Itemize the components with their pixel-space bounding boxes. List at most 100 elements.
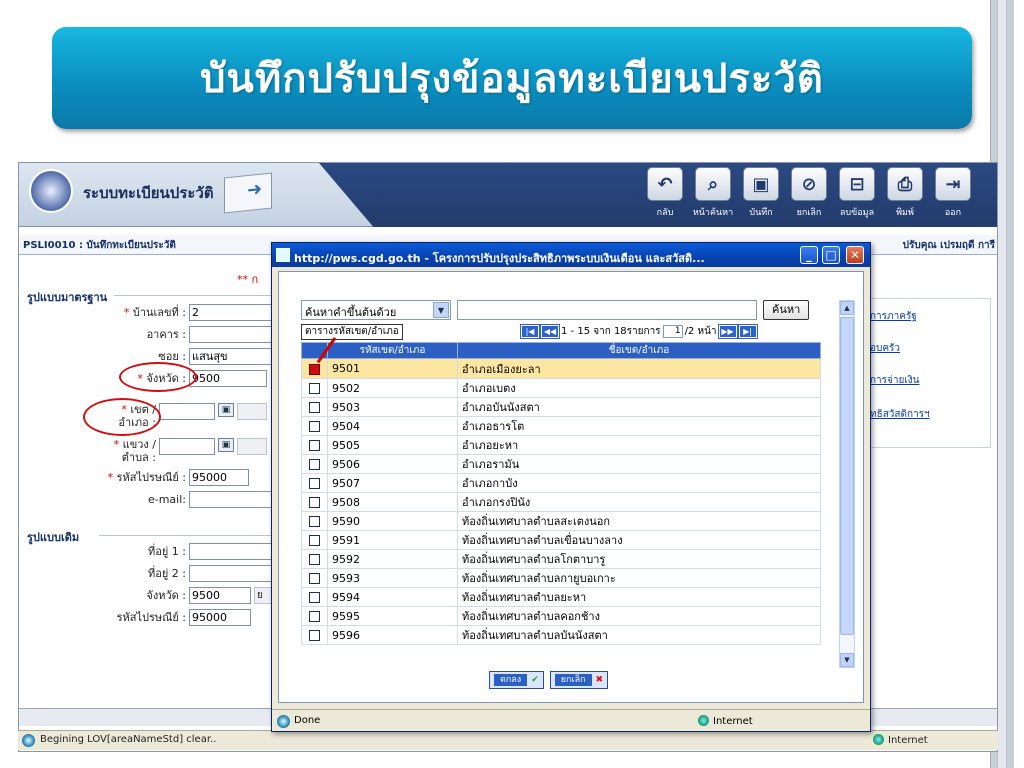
check-icon: ✔	[531, 675, 539, 685]
row-checkbox[interactable]	[309, 516, 320, 527]
row-code: 9596	[327, 625, 458, 645]
subdistrict-input[interactable]	[159, 438, 215, 455]
row-name: อำเภอยะหา	[457, 435, 821, 455]
row-checkbox[interactable]	[309, 497, 320, 508]
table-row[interactable]: 9505 อำเภอยะหา	[301, 435, 821, 455]
old-postal-input[interactable]	[189, 608, 251, 626]
table-row[interactable]: 9502 อำเภอเบตง	[301, 378, 821, 398]
col-code-header: รหัสเขต/อำเภอ	[327, 342, 458, 359]
save-label: บันทึก	[749, 208, 773, 218]
addr1-input[interactable]	[189, 542, 279, 560]
soi-input[interactable]	[189, 347, 279, 365]
prev-page-icon[interactable]: ◀◀	[540, 324, 560, 339]
search-page-button[interactable]: ⌕ หน้าค้นหา	[692, 167, 734, 219]
search-mode-select[interactable]: ค้นหาคำขึ้นต้นด้วย ▼	[301, 300, 451, 320]
ie-window-icon	[276, 248, 290, 262]
table-row[interactable]: 9507 อำเภอกาบัง	[301, 473, 821, 493]
row-checkbox[interactable]	[309, 611, 320, 622]
table-row[interactable]: 9508 อำเภอกรงปินัง	[301, 492, 821, 512]
table-row[interactable]: 9590 ท้องถิ่นเทศบาลตำบลสะเตงนอก	[301, 511, 821, 531]
last-page-icon[interactable]: ▶|	[737, 324, 758, 339]
district-input[interactable]	[159, 403, 215, 420]
addr2-input[interactable]	[189, 564, 279, 582]
table-row[interactable]: 9504 อำเภอธารโต	[301, 416, 821, 436]
side-link-gov[interactable]: การภาครัฐ	[870, 309, 917, 324]
page-number-input[interactable]: 1	[662, 325, 683, 338]
search-input[interactable]	[457, 300, 757, 320]
row-checkbox[interactable]	[309, 459, 320, 470]
ok-button[interactable]: ตกลง ✔	[489, 671, 544, 689]
row-checkbox[interactable]	[309, 592, 320, 603]
row-checkbox[interactable]	[309, 478, 320, 489]
user-name: ปรับคุณ เปรมฤดี การี	[902, 240, 995, 251]
app-name: ระบบทะเบียนประวัติ	[83, 184, 214, 202]
subdistrict-lookup-button[interactable]: ▣	[218, 438, 234, 452]
delete-icon: ⊟	[839, 167, 875, 201]
province-input[interactable]	[189, 369, 267, 387]
print-icon: ⎙	[887, 167, 923, 201]
vertical-scrollbar[interactable]: ▲ ▼	[839, 300, 855, 668]
district-table: รหัสเขต/อำเภอ ชื่อเขต/อำเภอ 9501 อำเภอเมื…	[301, 342, 821, 645]
table-row[interactable]: 9591 ท้องถิ่นเทศบาลตำบลเขื่อนบางลาง	[301, 530, 821, 550]
cancel-button[interactable]: ยกเลิก ✖	[549, 671, 609, 689]
row-code: 9592	[327, 549, 458, 569]
internet-zone-icon	[873, 734, 884, 745]
popup-status-bar: Done Internet	[272, 709, 870, 731]
next-page-icon[interactable]: ▶▶	[717, 324, 738, 339]
side-link-payment[interactable]: การจ่ายเงิน	[870, 373, 920, 388]
save-button[interactable]: ▣ บันทึก	[740, 167, 782, 219]
table-row[interactable]: 9596 ท้องถิ่นเทศบาลตำบลบันนังสตา	[301, 625, 821, 645]
table-row[interactable]: 9594 ท้องถิ่นเทศบาลตำบลยะหา	[301, 587, 821, 607]
row-checkbox[interactable]	[309, 402, 320, 413]
cancel-button[interactable]: ⊘ ยกเลิก	[788, 167, 830, 219]
print-button[interactable]: ⎙ พิมพ์	[884, 167, 926, 219]
row-code: 9501	[327, 358, 458, 379]
search-button[interactable]: ค้นหา	[763, 300, 810, 320]
row-code: 9504	[327, 416, 458, 436]
row-checkbox[interactable]	[309, 554, 320, 565]
table-row[interactable]: 9501 อำเภอเมืองยะลา	[301, 358, 821, 379]
cancel-icon: ⊘	[791, 167, 827, 201]
side-link-welfare[interactable]: ทธิสวัสดิการฯ	[870, 407, 930, 422]
close-button[interactable]: ✕	[846, 246, 864, 264]
row-checkbox[interactable]	[309, 440, 320, 451]
side-links-panel: การภาครัฐ อบครัว การจ่ายเงิน ทธิสวัสดิกา…	[859, 298, 991, 448]
house-no-input[interactable]	[189, 303, 279, 321]
district-lookup-button[interactable]: ▣	[218, 403, 234, 417]
row-code: 9590	[327, 511, 458, 531]
row-checkbox[interactable]	[309, 630, 320, 641]
row-name: ท้องถิ่นเทศบาลตำบลยะหา	[457, 587, 821, 607]
row-checkbox[interactable]	[309, 573, 320, 584]
back-button[interactable]: ↶ กลับ	[644, 167, 686, 219]
email-input[interactable]	[189, 490, 279, 508]
old-province-input[interactable]	[189, 586, 251, 604]
table-row[interactable]: 9593 ท้องถิ่นเทศบาลตำบลกายูบอเกาะ	[301, 568, 821, 588]
first-page-icon[interactable]: |◀	[520, 324, 540, 339]
internet-zone-icon	[698, 715, 709, 726]
back-label: กลับ	[656, 208, 674, 218]
popup-actions: ตกลง ✔ ยกเลิก ✖	[489, 671, 609, 689]
row-checkbox[interactable]	[309, 535, 320, 546]
table-row[interactable]: 9595 ท้องถิ่นเทศบาลตำบลคอกช้าง	[301, 606, 821, 626]
maximize-button[interactable]: □	[822, 246, 840, 264]
table-toolbar: ตารางรหัสเขต/อำเภอ |◀ ◀◀ 1 - 15 จาก 18รา…	[301, 324, 821, 340]
delete-button[interactable]: ⊟ ลบข้อมูล	[836, 167, 878, 219]
postal-input[interactable]	[189, 468, 249, 486]
row-checkbox[interactable]	[309, 383, 320, 394]
minimize-button[interactable]: _	[800, 246, 818, 264]
document-arrow-icon	[224, 172, 272, 214]
row-name: ท้องถิ่นเทศบาลตำบลบันนังสตา	[457, 625, 821, 645]
row-checkbox[interactable]	[309, 363, 320, 375]
building-label: อาคาร :	[146, 328, 186, 341]
row-name: ท้องถิ่นเทศบาลตำบลโกตาบารู	[457, 549, 821, 569]
zone-label: Internet	[888, 735, 928, 746]
district-highlight-circle	[83, 398, 161, 436]
row-checkbox[interactable]	[309, 421, 320, 432]
side-link-family[interactable]: อบครัว	[870, 341, 900, 356]
exit-button[interactable]: ⇥ ออก	[932, 167, 974, 219]
table-row[interactable]: 9503 อำเภอบันนังสตา	[301, 397, 821, 417]
popup-title-bar[interactable]: http://pws.cgd.go.th - โครงการปรับปรุงปร…	[272, 243, 870, 267]
building-input[interactable]	[189, 325, 279, 343]
table-row[interactable]: 9592 ท้องถิ่นเทศบาลตำบลโกตาบารู	[301, 549, 821, 569]
table-row[interactable]: 9506 อำเภอรามัน	[301, 454, 821, 474]
